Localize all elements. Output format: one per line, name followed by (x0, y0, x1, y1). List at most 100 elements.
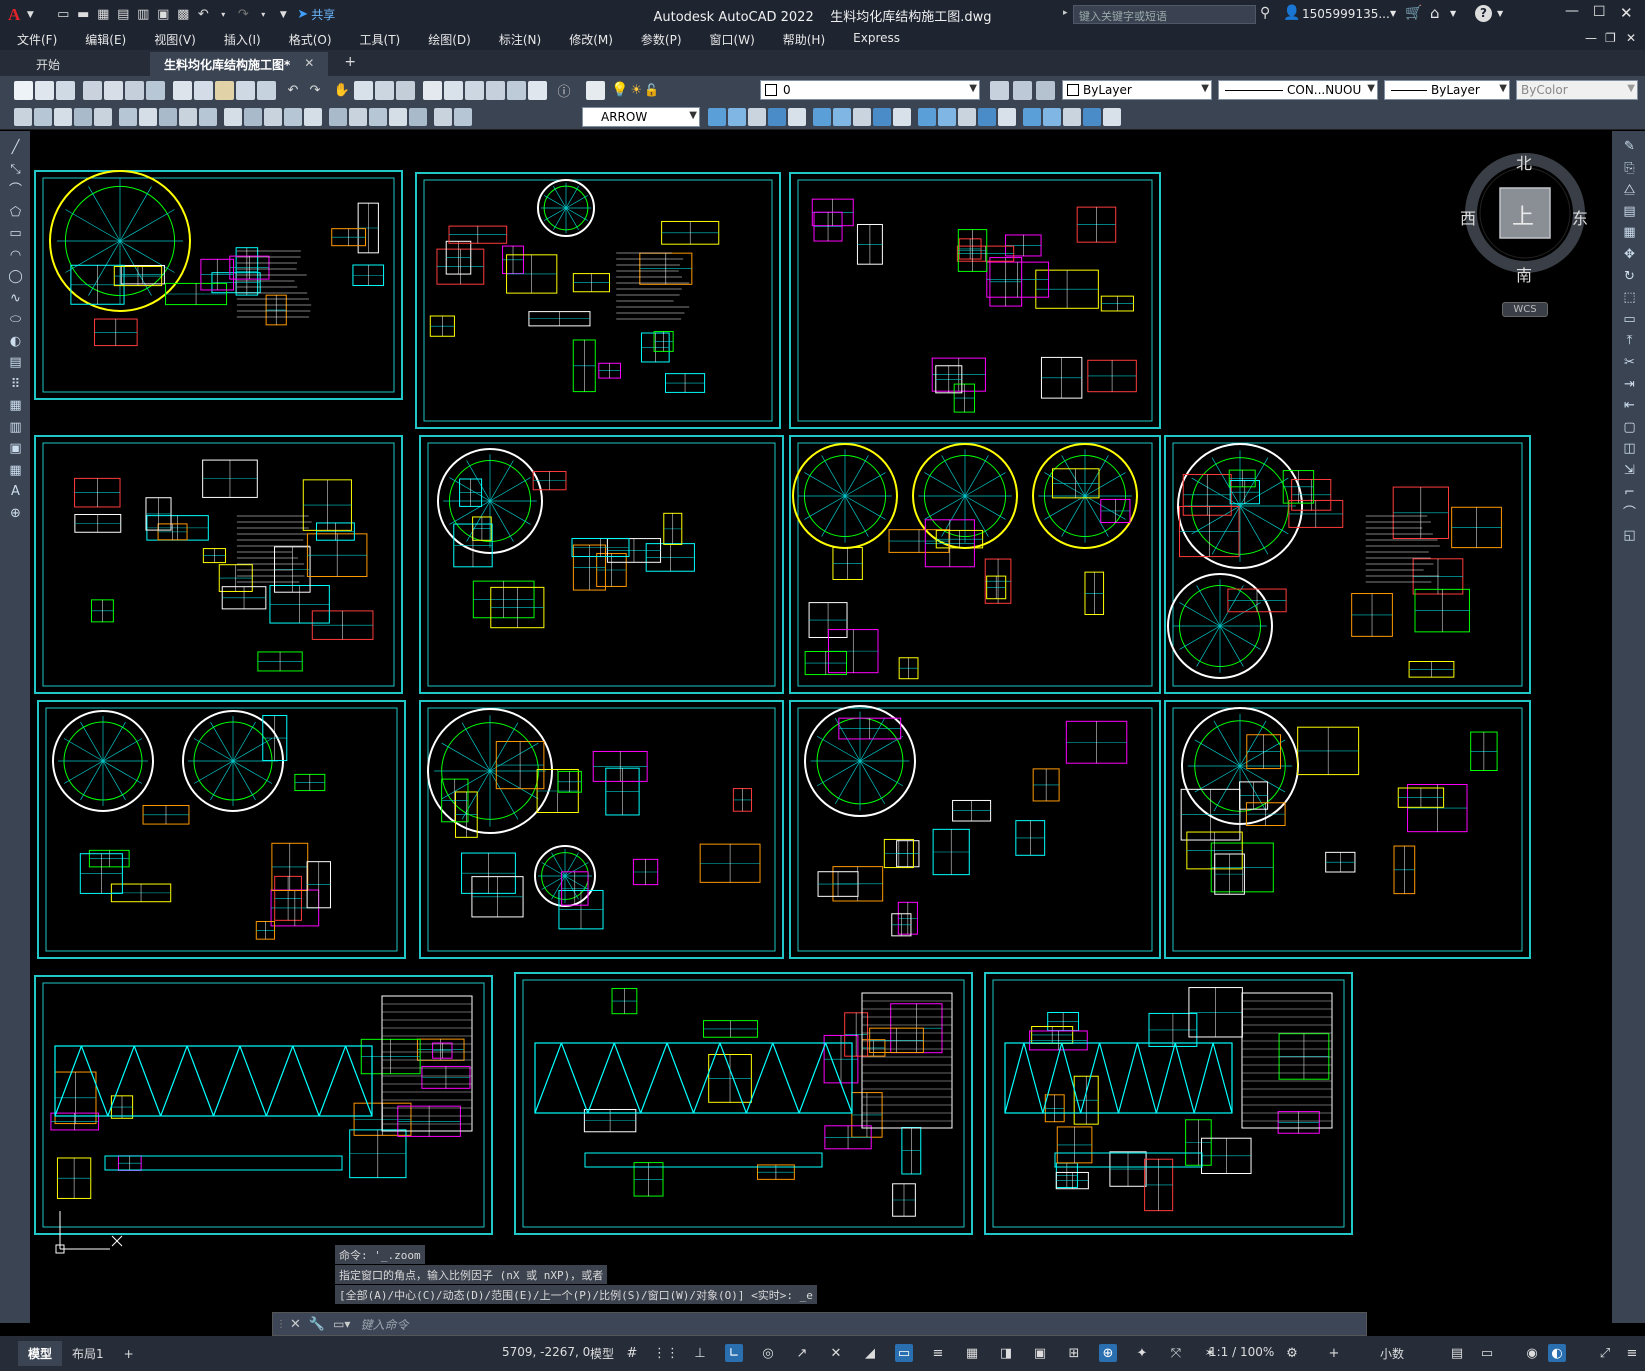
tool-palettes-icon[interactable] (465, 80, 484, 100)
break-icon[interactable]: ✂ (1621, 355, 1638, 371)
hardware-accel-icon[interactable]: ◐ (1548, 1344, 1566, 1362)
doc-restore-icon[interactable]: ❐ (1605, 31, 1616, 45)
dimension-tool-icon[interactable] (434, 107, 452, 126)
command-prompt-icon[interactable]: ▭▾ (333, 1317, 350, 1331)
layer-sun-icon[interactable]: ☀ (630, 83, 642, 98)
dimension-tool-icon[interactable] (54, 107, 72, 126)
lock-ui-icon[interactable]: ▭ (1478, 1344, 1496, 1362)
viewcube[interactable]: 北 南 西 东 上 WCS (1460, 150, 1600, 320)
modify-tool-icon[interactable] (853, 108, 871, 126)
dimension-tool-icon[interactable] (224, 107, 242, 126)
dimension-tool-icon[interactable] (304, 107, 322, 126)
coordinates-readout[interactable]: 5709, -2267, 0 (502, 1345, 590, 1359)
clean-screen-icon[interactable]: ⤢ (1596, 1344, 1614, 1362)
arc-icon[interactable]: ◠ (7, 248, 24, 264)
modify-tool-icon[interactable] (938, 108, 956, 126)
rotate-icon[interactable]: ↻ (1621, 269, 1638, 285)
command-close-icon[interactable]: ✕ (290, 1317, 301, 1332)
viewcube-top-face[interactable]: 上 (1512, 199, 1534, 231)
annotation-scale-toggle-icon[interactable]: ⊕ (1099, 1344, 1117, 1362)
help-icon[interactable]: ? (1475, 5, 1492, 22)
tab-start[interactable]: 开始 (22, 52, 148, 76)
search-icon[interactable]: ⚲ (1260, 5, 1270, 21)
viewcube-west[interactable]: 西 (1460, 205, 1476, 229)
dynamic-ucs-icon[interactable]: ⤧ (1167, 1344, 1185, 1362)
dimension-tool-icon[interactable] (94, 107, 112, 126)
preview-icon[interactable] (104, 80, 123, 100)
dynamic-input-icon[interactable]: ∟ (725, 1344, 743, 1362)
app-store-dropdown-icon[interactable]: ▼ (1450, 9, 1456, 18)
dimension-tool-icon[interactable] (34, 107, 52, 126)
tab-close-icon[interactable]: ✕ (304, 56, 314, 76)
ellipse-arc-icon[interactable]: ◐ (7, 334, 24, 350)
menu-item[interactable]: 视图(V) (145, 31, 205, 48)
menu-item[interactable]: 工具(T) (351, 31, 410, 48)
polygon-icon[interactable]: ⬠ (7, 205, 24, 221)
object-track-icon[interactable]: ▭ (895, 1344, 913, 1362)
isometric-icon[interactable]: ✦ (1133, 1344, 1151, 1362)
dimension-tool-icon[interactable] (389, 107, 407, 126)
sheet-set-icon[interactable] (486, 80, 505, 100)
undo-icon[interactable]: ↶ (194, 7, 212, 23)
modify-tool-icon[interactable] (873, 108, 891, 126)
plot-icon[interactable]: ▩ (174, 7, 192, 23)
calculator-icon[interactable] (528, 80, 547, 100)
explode-2-icon[interactable]: ◱ (1621, 528, 1638, 544)
publish-icon[interactable] (125, 80, 144, 100)
block-editor-icon[interactable] (257, 80, 276, 100)
share-button[interactable]: ➤ 共享 (297, 6, 335, 23)
hatch-icon[interactable]: ▦ (7, 398, 24, 414)
break-at-point-icon[interactable]: ⌐ (1621, 485, 1638, 501)
menu-item[interactable]: Express (844, 31, 909, 48)
lineweight-combo[interactable]: ByLayer ▼ (1384, 80, 1510, 100)
wcs-menu[interactable]: WCS (1502, 302, 1548, 317)
zoom-previous-icon[interactable] (396, 80, 415, 100)
layer-state-icon[interactable] (1036, 81, 1055, 100)
dimension-tool-icon[interactable] (139, 107, 157, 126)
menu-item[interactable]: 参数(P) (632, 31, 691, 48)
table-icon[interactable]: ▦ (7, 463, 24, 479)
modify-tool-icon[interactable] (978, 108, 996, 126)
insert-block-icon[interactable]: ▤ (7, 355, 24, 371)
open-icon[interactable] (35, 80, 54, 100)
maximize-icon[interactable]: ☐ (1593, 4, 1606, 20)
dimension-tool-icon[interactable] (74, 107, 92, 126)
3d-print-icon[interactable] (146, 80, 165, 100)
polyline-icon[interactable]: ⌒ (7, 183, 24, 199)
dimension-tool-icon[interactable] (159, 107, 177, 126)
auto-scale-icon[interactable]: ⊞ (1065, 1344, 1083, 1362)
dimension-tool-icon[interactable] (454, 107, 472, 126)
match-properties-icon[interactable] (236, 80, 255, 100)
modify-tool-icon[interactable] (1083, 108, 1101, 126)
rectangle-icon[interactable]: ▭ (7, 226, 24, 242)
viewcube-north[interactable]: 北 (1516, 150, 1532, 174)
tab-model[interactable]: 模型 (18, 1341, 63, 1366)
lineweight-icon[interactable]: ≡ (929, 1344, 947, 1362)
doc-close-icon[interactable]: ✕ (1626, 31, 1636, 45)
cut-icon[interactable] (173, 80, 192, 100)
save-as-icon[interactable]: ▤ (114, 7, 132, 23)
cart-icon[interactable]: 🛒 (1405, 5, 1422, 21)
modify-tool-icon[interactable] (788, 108, 806, 126)
layer-combo[interactable]: 0 ▼ (760, 80, 980, 100)
menu-item[interactable]: 编辑(E) (76, 31, 135, 48)
annotation-monitor-icon[interactable]: + (1325, 1344, 1343, 1362)
modify-tool-icon[interactable] (1023, 108, 1041, 126)
print-icon[interactable]: ▣ (154, 7, 172, 23)
minimize-icon[interactable]: — (1565, 3, 1579, 19)
isolate-objects-icon[interactable]: ◉ (1523, 1344, 1541, 1362)
design-center-icon[interactable] (444, 80, 463, 100)
modify-tool-icon[interactable] (998, 108, 1016, 126)
customize-qat-icon[interactable]: ▼ (274, 7, 292, 23)
workspace-gear-icon[interactable]: ⚙ (1283, 1344, 1301, 1362)
modify-tool-icon[interactable] (728, 108, 746, 126)
user-dropdown-icon[interactable]: ▼ (1390, 9, 1396, 18)
extend-icon[interactable]: ⇤ (1621, 398, 1638, 414)
circle-icon[interactable]: ◯ (7, 269, 24, 285)
layer-properties-icon[interactable] (586, 80, 605, 100)
zoom-window-icon[interactable] (375, 80, 394, 100)
modify-tool-icon[interactable] (748, 108, 766, 126)
menu-item[interactable]: 标注(N) (490, 31, 550, 48)
modify-tool-icon[interactable] (893, 108, 911, 126)
fillet-icon[interactable]: ◫ (1621, 441, 1638, 457)
